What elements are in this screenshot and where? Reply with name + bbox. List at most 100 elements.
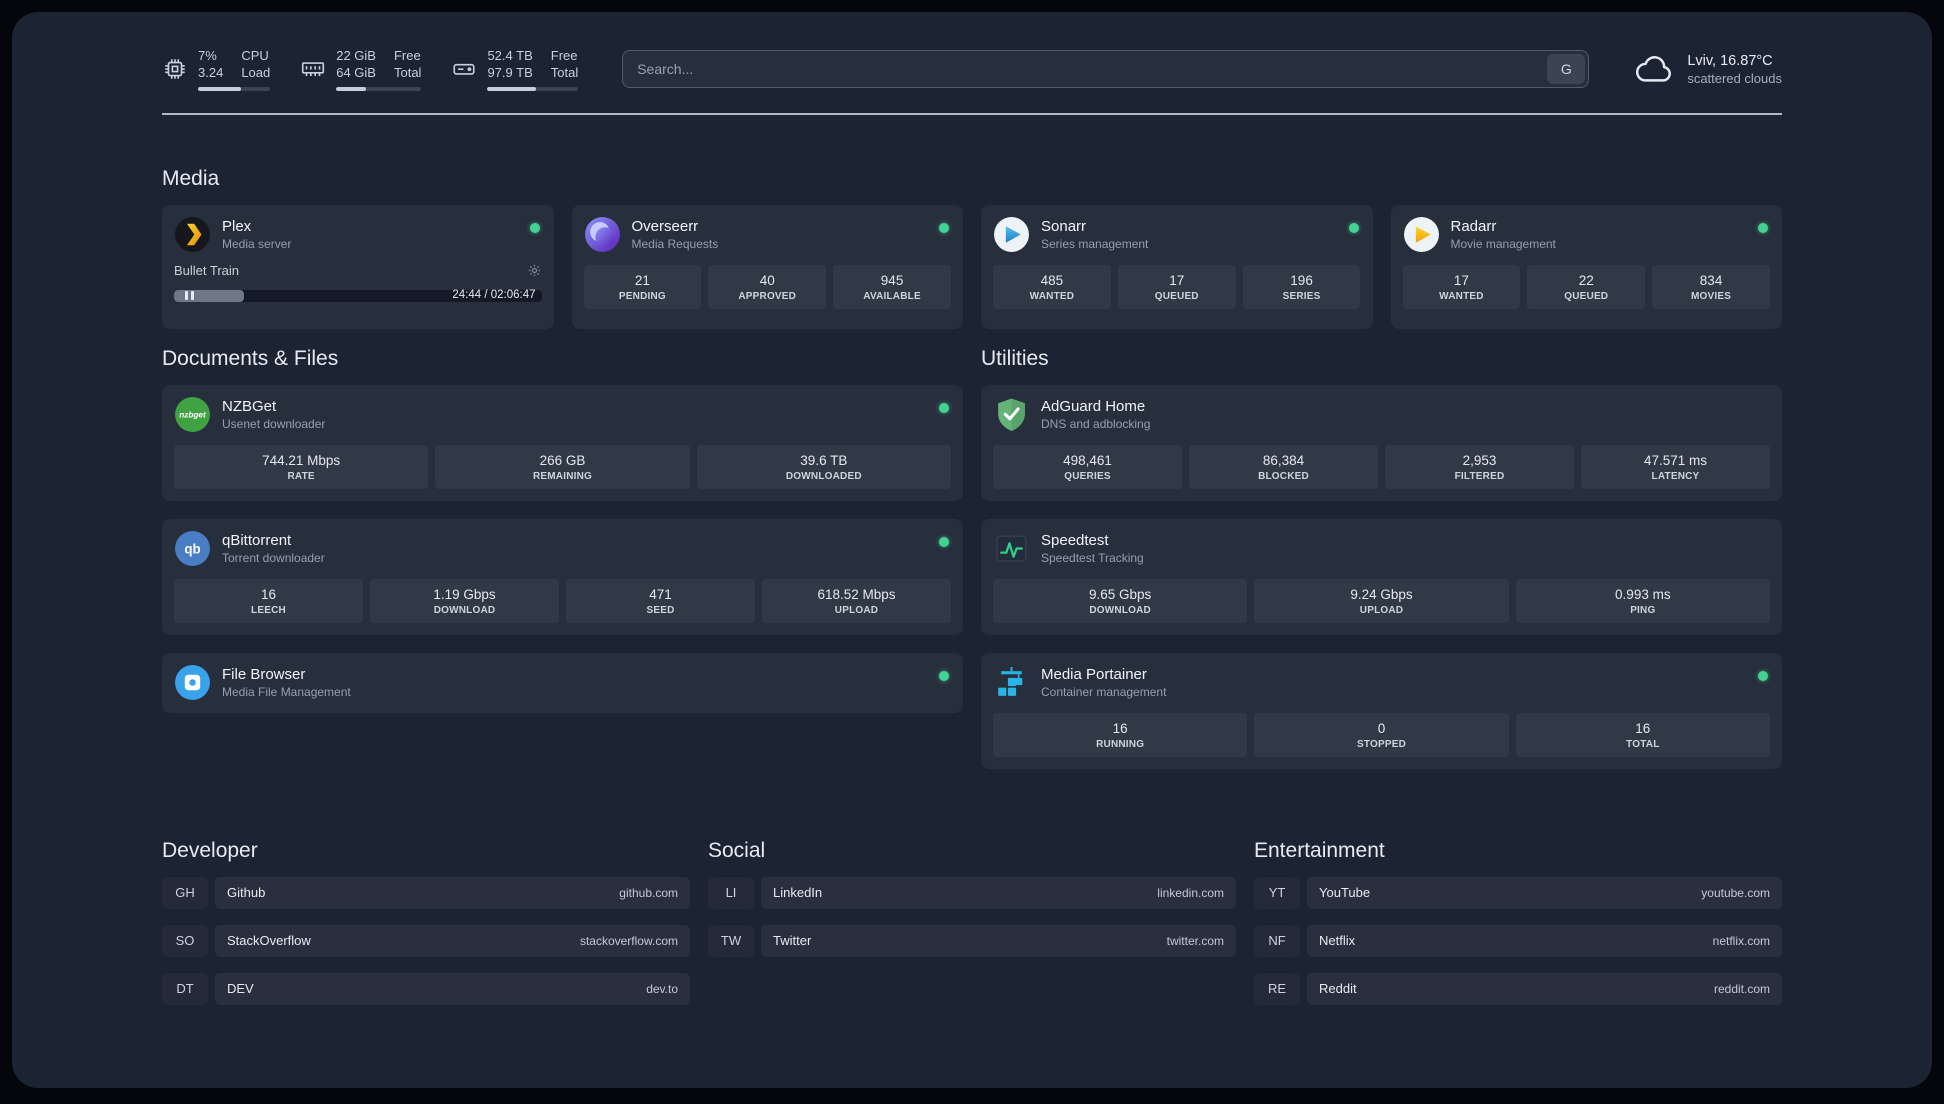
bookmark-youtube[interactable]: YT YouTube youtube.com [1254, 876, 1782, 909]
service-card-sonarr[interactable]: Sonarr Series management 485 WANTED 17 QUEUED… [981, 204, 1373, 329]
stat-block-total: 16 TOTAL [1515, 712, 1770, 757]
stat-value: 744.21 Mbps [262, 452, 341, 468]
resource-value: 97.9 TB [487, 64, 533, 80]
gear-icon[interactable] [527, 263, 542, 278]
search-bar: G [622, 50, 1590, 89]
service-name: File Browser [222, 665, 306, 683]
service-subtitle: Container management [1041, 684, 1167, 699]
bookmark-name: Github [227, 885, 266, 901]
weather-condition: scattered clouds [1687, 70, 1782, 86]
stat-label: BLOCKED [1258, 470, 1309, 482]
bookmark-twitter[interactable]: TW Twitter twitter.com [708, 924, 1236, 957]
stat-label: MOVIES [1691, 290, 1732, 302]
stats-row: 21 PENDING 40 APPROVED 945 AVAILABLE [583, 264, 952, 309]
resource-progress-bar [198, 86, 271, 91]
section-media: Media Plex Media server Bullet Train 24:44 … [162, 167, 1782, 329]
service-subtitle: DNS and adblocking [1041, 416, 1151, 431]
bookmark-stackoverflow[interactable]: SO StackOverflow stackoverflow.com [162, 924, 690, 957]
bookmark-url: github.com [619, 885, 678, 900]
stat-block-remaining: 266 GB REMAINING [435, 444, 690, 489]
stat-block-pending: 21 PENDING [583, 264, 702, 309]
resource-widgets: 7% CPU 3.24 Load 22 GiB Free 64 GiB Total 52.4 T… [162, 48, 579, 91]
service-card-overseerr[interactable]: Overseerr Media Requests 21 PENDING 40 APPROV… [571, 204, 963, 329]
service-name: NZBGet [222, 397, 277, 415]
service-name: AdGuard Home [1041, 397, 1146, 415]
stat-label: QUERIES [1064, 470, 1111, 482]
radarr-icon [1403, 216, 1440, 253]
bookmark-linkedin[interactable]: LI LinkedIn linkedin.com [708, 876, 1236, 909]
section-title-utilities: Utilities [981, 346, 1049, 370]
disk-icon [451, 56, 477, 82]
service-card-media-portainer[interactable]: Media Portainer Container management 16 RUN… [981, 652, 1782, 769]
stat-label: WANTED [1439, 290, 1484, 302]
portainer-icon [993, 664, 1030, 701]
bookmark-url: twitter.com [1166, 933, 1224, 948]
search-input[interactable] [622, 50, 1590, 89]
stat-block-download: 1.19 Gbps DOWNLOAD [370, 578, 559, 623]
adguard-icon [993, 396, 1030, 433]
stat-label: DOWNLOADED [785, 470, 862, 482]
stat-block-leech: 16 LEECH [174, 578, 363, 623]
memory-icon [300, 56, 326, 82]
stat-label: SERIES [1282, 290, 1321, 302]
pause-button[interactable] [176, 291, 202, 301]
bookmark-reddit[interactable]: RE Reddit reddit.com [1254, 972, 1782, 1005]
status-dot [1758, 670, 1768, 681]
stat-value: 485 [1040, 272, 1064, 288]
stat-label: TOTAL [1626, 738, 1660, 750]
bookmark-group-title: Entertainment [1254, 838, 1385, 862]
stat-value: 86,384 [1262, 452, 1305, 468]
bookmark-github[interactable]: GH Github github.com [162, 876, 690, 909]
service-subtitle: Movie management [1450, 236, 1556, 251]
bookmark-netflix[interactable]: NF Netflix netflix.com [1254, 924, 1782, 957]
bookmark-name: Twitter [773, 933, 812, 949]
stat-label: QUEUED [1564, 290, 1609, 302]
status-dot [529, 222, 540, 233]
section-title-documents: Documents & Files [162, 346, 339, 370]
service-card-speedtest[interactable]: Speedtest Speedtest Tracking 9.65 Gbps DOWN… [981, 518, 1782, 635]
service-card-file-browser[interactable]: File Browser Media File Management [162, 652, 963, 713]
resource-value: 52.4 TB [487, 48, 533, 63]
service-card-plex[interactable]: Plex Media server Bullet Train 24:44 / 02:0… [162, 204, 554, 329]
stat-label: PENDING [618, 290, 666, 302]
service-name: Speedtest [1041, 531, 1109, 549]
stat-block-wanted: 485 WANTED [993, 264, 1111, 309]
section-documents: Documents & Files nzbget NZBGet Usenet dow… [162, 347, 963, 769]
filebrowser-icon [174, 664, 211, 701]
stat-value: 22 [1578, 272, 1594, 288]
service-subtitle: Media Requests [631, 236, 719, 251]
plex-icon [174, 216, 211, 253]
resource-label: Free [393, 48, 421, 63]
status-dot [1348, 222, 1359, 233]
service-subtitle: Usenet downloader [222, 416, 326, 431]
speedtest-icon [993, 530, 1030, 567]
bookmark-abbr: LI [708, 877, 754, 909]
media-grid: Plex Media server Bullet Train 24:44 / 02:0… [162, 204, 1782, 329]
service-card-qbittorrent[interactable]: qb qBittorrent Torrent downloader 16 LEECH 1.… [162, 518, 963, 635]
stat-value: 17 [1169, 272, 1185, 288]
service-name: qBittorrent [222, 531, 292, 549]
resource-label: CPU [241, 48, 269, 63]
stats-row: 17 WANTED 22 QUEUED 834 MOVIES [1402, 264, 1771, 309]
bookmark-name: Netflix [1319, 933, 1356, 949]
service-card-radarr[interactable]: Radarr Movie management 17 WANTED 22 QUEUED 83… [1390, 204, 1782, 329]
resource-value: 22 GiB [336, 48, 376, 63]
stat-value: 9.65 Gbps [1089, 586, 1152, 602]
stat-block-queries: 498,461 QUERIES [993, 444, 1182, 489]
stat-block-download: 9.65 Gbps DOWNLOAD [993, 578, 1248, 623]
resource-label: Total [550, 64, 579, 80]
service-subtitle: Speedtest Tracking [1041, 550, 1144, 565]
stat-block-available: 945 AVAILABLE [833, 264, 951, 309]
service-card-adguard-home[interactable]: AdGuard Home DNS and adblocking 498,461 QUE… [981, 384, 1782, 501]
stat-value: 1.19 Gbps [433, 586, 496, 602]
bookmark-dev[interactable]: DT DEV dev.to [162, 972, 690, 1005]
stat-block-upload: 9.24 Gbps UPLOAD [1254, 578, 1509, 623]
bookmark-group-entertainment: Entertainment YT YouTube youtube.com NF Netf… [1254, 839, 1782, 1005]
stat-label: UPLOAD [1359, 604, 1404, 616]
service-card-nzbget[interactable]: nzbget NZBGet Usenet downloader 744.21 Mbps… [162, 384, 963, 501]
service-name: Sonarr [1041, 217, 1087, 235]
stat-label: FILTERED [1454, 470, 1505, 482]
search-provider-button[interactable]: G [1547, 54, 1586, 85]
service-name: Radarr [1450, 217, 1497, 235]
status-dot [939, 536, 949, 547]
